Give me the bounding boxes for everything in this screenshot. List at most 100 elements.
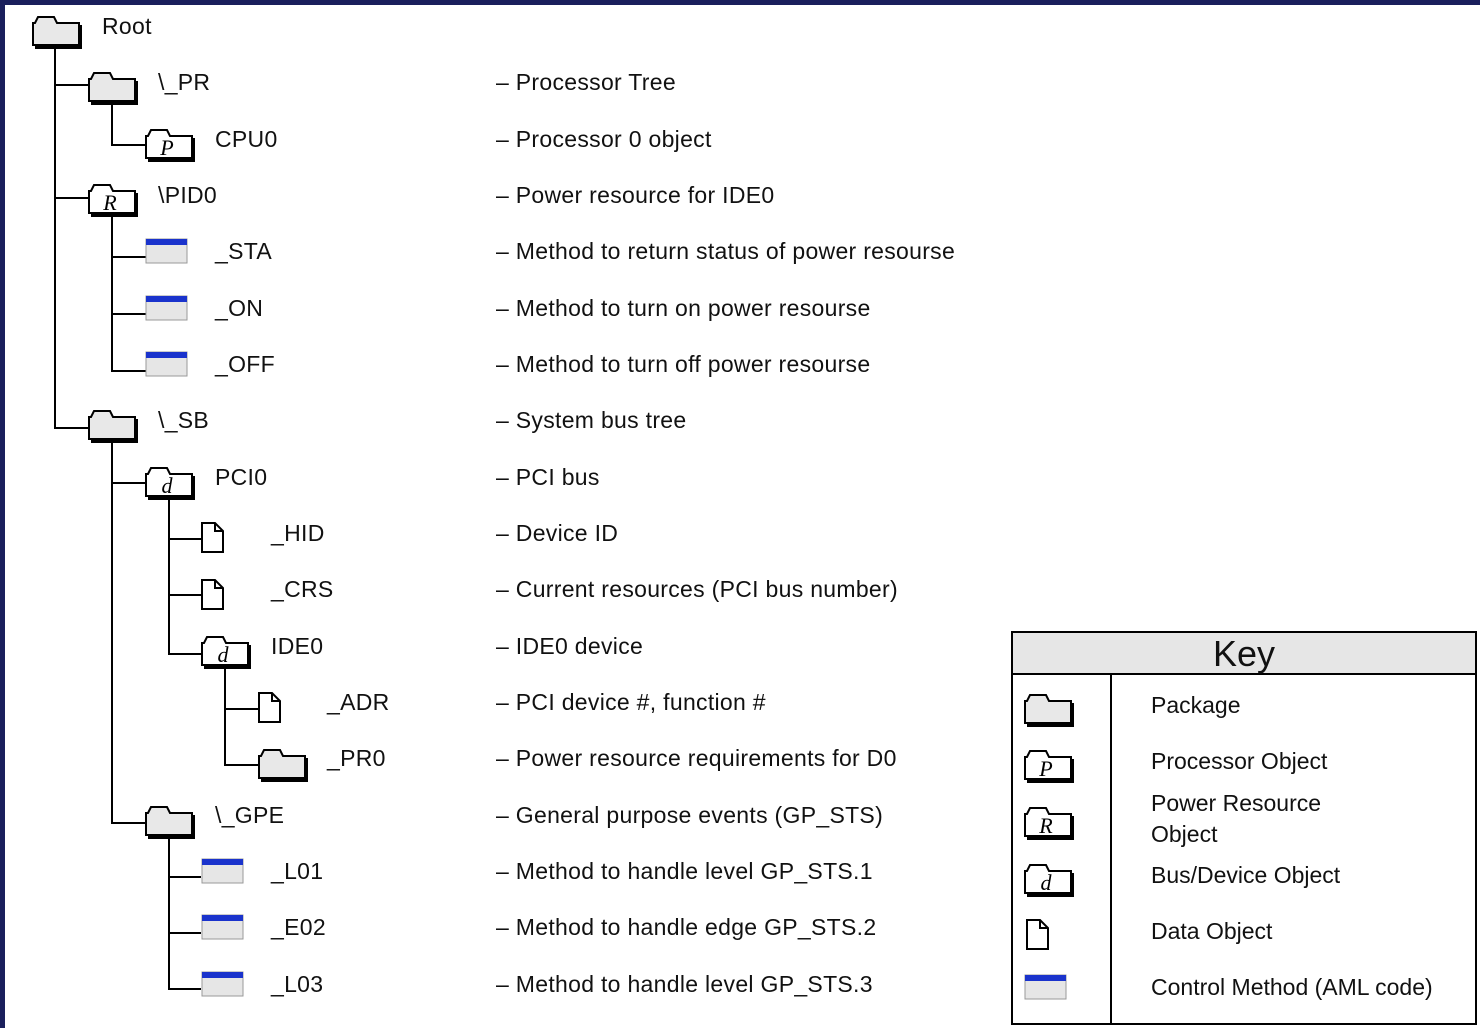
connector-line <box>54 84 90 86</box>
node-desc-sta: – Method to return status of power resou… <box>496 238 956 264</box>
connector-line <box>168 594 203 596</box>
node-label-pid0: \PID0 <box>158 182 218 208</box>
connector-line <box>168 876 201 878</box>
connector-line <box>224 764 260 766</box>
connector-line <box>111 215 113 372</box>
node-desc-on: – Method to turn on power resourse <box>496 295 871 321</box>
node-desc-pid0: – Power resource for IDE0 <box>496 182 775 208</box>
node-label-on: _ON <box>215 295 264 321</box>
package-icon <box>88 72 138 105</box>
node-label-cpu0: CPU0 <box>215 126 278 152</box>
node-desc-l01: – Method to handle level GP_STS.1 <box>496 858 873 884</box>
node-label-root: Root <box>102 13 152 39</box>
data-object-icon <box>201 522 224 553</box>
package-icon <box>145 806 195 839</box>
control-method-icon <box>201 971 244 997</box>
node-label-l01: _L01 <box>271 858 324 884</box>
node-label-e02: _E02 <box>271 914 326 940</box>
processor-object-icon: P <box>145 129 195 162</box>
key-label-power-resource-line1: Power Resource <box>1151 790 1322 816</box>
node-desc-pr: – Processor Tree <box>496 69 676 95</box>
key-label-processor: Processor Object <box>1151 748 1328 774</box>
node-label-pr: \_PR <box>158 69 211 95</box>
node-label-crs: _CRS <box>271 576 334 602</box>
key-divider <box>1110 675 1112 1023</box>
data-object-icon <box>258 692 281 723</box>
connector-line <box>111 370 147 372</box>
node-label-pr0: _PR0 <box>327 745 386 771</box>
package-icon <box>1024 694 1074 727</box>
bus-device-icon: d <box>201 636 251 669</box>
key-label-control-method: Control Method (AML code) <box>1151 974 1433 1000</box>
connector-line <box>168 932 201 934</box>
control-method-icon <box>201 858 244 884</box>
key-label-bus-device: Bus/Device Object <box>1151 862 1341 888</box>
node-label-off: _OFF <box>215 351 275 377</box>
connector-line <box>168 838 170 990</box>
node-desc-pr0: – Power resource requirements for D0 <box>496 745 897 771</box>
connector-line <box>168 988 201 990</box>
bus-device-icon: d <box>1024 864 1074 897</box>
connector-line <box>168 499 170 655</box>
node-desc-crs: – Current resources (PCI bus number) <box>496 576 898 602</box>
node-label-sb: \_SB <box>158 407 210 433</box>
connector-line <box>168 653 204 655</box>
control-method-icon <box>145 295 188 321</box>
node-desc-e02: – Method to handle edge GP_STS.2 <box>496 914 877 940</box>
control-method-icon <box>201 914 244 940</box>
connector-line <box>111 313 147 315</box>
node-desc-ide0: – IDE0 device <box>496 633 644 659</box>
namespace-diagram: P R d d Root \_PR CPU0 \PID0 _STA _ON _O… <box>5 5 1480 1028</box>
node-desc-l03: – Method to handle level GP_STS.3 <box>496 971 873 997</box>
node-label-ide0: IDE0 <box>271 633 324 659</box>
node-desc-off: – Method to turn off power resourse <box>496 351 871 377</box>
connector-line <box>224 708 259 710</box>
key-label-power-resource-line2: Object <box>1151 821 1218 847</box>
control-method-icon <box>145 238 188 264</box>
control-method-icon <box>145 351 188 377</box>
connector-line <box>54 45 56 429</box>
node-label-gpe: \_GPE <box>215 802 285 828</box>
icon-letter-r: R <box>1038 813 1053 838</box>
connector-line <box>111 144 147 146</box>
key-title: Key <box>1013 633 1475 675</box>
node-desc-sb: – System bus tree <box>496 407 687 433</box>
icon-letter-p: P <box>159 135 173 160</box>
data-object-icon <box>201 579 224 610</box>
processor-object-icon: P <box>1024 750 1074 783</box>
node-desc-adr: – PCI device #, function # <box>496 689 766 715</box>
node-desc-gpe: – General purpose events (GP_STS) <box>496 802 884 828</box>
connector-line <box>111 441 113 824</box>
key-label-data: Data Object <box>1151 918 1273 944</box>
connector-line <box>224 669 226 766</box>
icon-letter-d: d <box>162 473 174 498</box>
connector-line <box>54 427 90 429</box>
node-label-l03: _L03 <box>271 971 324 997</box>
package-icon <box>32 16 82 49</box>
control-method-icon <box>1024 974 1067 1000</box>
power-resource-icon: R <box>88 184 138 217</box>
key-label-package: Package <box>1151 692 1241 718</box>
connector-line <box>54 197 90 199</box>
data-object-icon <box>1026 919 1049 950</box>
package-icon <box>88 410 138 443</box>
key-legend: Key Package P Processor Object R Power R… <box>1011 631 1477 1025</box>
node-label-hid: _HID <box>271 520 325 546</box>
connector-line <box>111 822 147 824</box>
icon-letter-d: d <box>218 642 230 667</box>
icon-letter-p: P <box>1038 756 1052 781</box>
node-label-sta: _STA <box>215 238 273 264</box>
connector-line <box>111 256 147 258</box>
node-desc-hid: – Device ID <box>496 520 619 546</box>
power-resource-icon: R <box>1024 807 1074 840</box>
node-desc-pci0: – PCI bus <box>496 464 600 490</box>
bus-device-icon: d <box>145 467 195 500</box>
connector-line <box>168 538 203 540</box>
icon-letter-r: R <box>102 190 117 215</box>
icon-letter-d: d <box>1041 870 1053 895</box>
node-desc-cpu0: – Processor 0 object <box>496 126 712 152</box>
node-label-pci0: PCI0 <box>215 464 268 490</box>
connector-line <box>111 482 147 484</box>
package-icon <box>258 749 308 782</box>
node-label-adr: _ADR <box>327 689 390 715</box>
